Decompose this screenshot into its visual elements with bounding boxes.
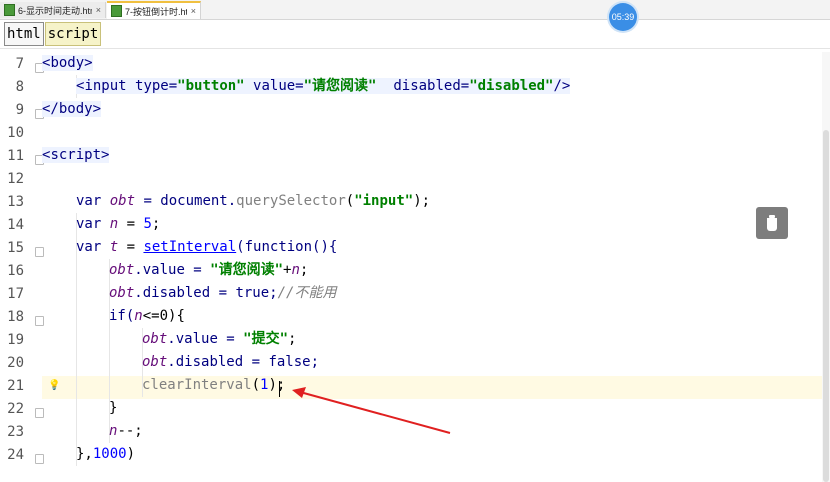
code-line-16: obt.value = "请您阅读"+n; <box>109 262 309 278</box>
tab-label: 6-显示时间走动.html <box>18 5 92 16</box>
code-line-19: obt.value = "提交"; <box>142 331 297 347</box>
vertical-scrollbar-thumb[interactable] <box>823 130 829 482</box>
line-number: 15 <box>7 240 24 256</box>
code-editor[interactable]: <body> <input type="button" value="请您阅读"… <box>42 52 822 482</box>
floating-tool-button[interactable] <box>756 207 788 239</box>
divider <box>0 48 830 49</box>
code-line-21: clearInterval(1); <box>142 377 286 393</box>
html-file-icon <box>111 5 122 17</box>
line-number: 9 <box>15 102 24 118</box>
line-number: 18 <box>7 309 24 325</box>
breadcrumb-item-html[interactable]: html <box>4 22 44 46</box>
breadcrumb: html script <box>4 22 102 46</box>
line-number: 13 <box>7 194 24 210</box>
line-number: 21 <box>7 378 24 394</box>
text-cursor <box>279 381 280 397</box>
code-line-14: var n = 5; <box>76 216 161 232</box>
line-number: 23 <box>7 424 24 440</box>
line-number: 7 <box>15 56 24 72</box>
code-line-11: <script> <box>42 147 110 163</box>
tab-show-time[interactable]: 6-显示时间走动.html × <box>0 2 106 18</box>
code-line-22: } <box>109 400 118 416</box>
tab-countdown-button[interactable]: 7-按钮倒计时.html × <box>107 1 201 19</box>
recording-timer-badge[interactable]: 05:39 <box>609 3 637 31</box>
line-number: 11 <box>7 148 24 164</box>
code-line-13: var obt = document.querySelector("input"… <box>76 193 431 209</box>
code-line-18: if(n<=0){ <box>109 308 185 324</box>
html-file-icon <box>4 4 15 16</box>
line-number: 12 <box>7 171 24 187</box>
code-line-23: n--; <box>109 423 143 439</box>
line-number: 22 <box>7 401 24 417</box>
code-line-8: <input type="button" value="请您阅读" disabl… <box>76 78 571 94</box>
close-icon[interactable]: × <box>191 6 196 16</box>
code-line-17: obt.disabled = true;//不能用 <box>109 285 337 301</box>
line-number: 20 <box>7 355 24 371</box>
line-number: 24 <box>7 447 24 463</box>
close-icon[interactable]: × <box>96 5 101 15</box>
line-number: 10 <box>7 125 24 141</box>
breadcrumb-item-script[interactable]: script <box>44 22 102 46</box>
code-line-7: <body> <box>42 55 93 71</box>
line-number: 17 <box>7 286 24 302</box>
line-number: 16 <box>7 263 24 279</box>
line-number: 8 <box>15 79 24 95</box>
clipboard-icon <box>767 215 777 231</box>
editor-tab-bar: 6-显示时间走动.html × 7-按钮倒计时.html × <box>0 0 830 20</box>
code-line-15: var t = setInterval(function(){ <box>76 239 338 255</box>
tab-label: 7-按钮倒计时.html <box>125 6 187 17</box>
line-number-gutter: 7 8 9 10 11 12 13 14 15 16 17 18 19 20 2… <box>0 52 44 482</box>
code-line-20: obt.disabled = false; <box>142 354 320 370</box>
line-number: 14 <box>7 217 24 233</box>
code-line-9: </body> <box>42 101 102 117</box>
code-line-24: },1000) <box>76 446 136 462</box>
line-number: 19 <box>7 332 24 348</box>
